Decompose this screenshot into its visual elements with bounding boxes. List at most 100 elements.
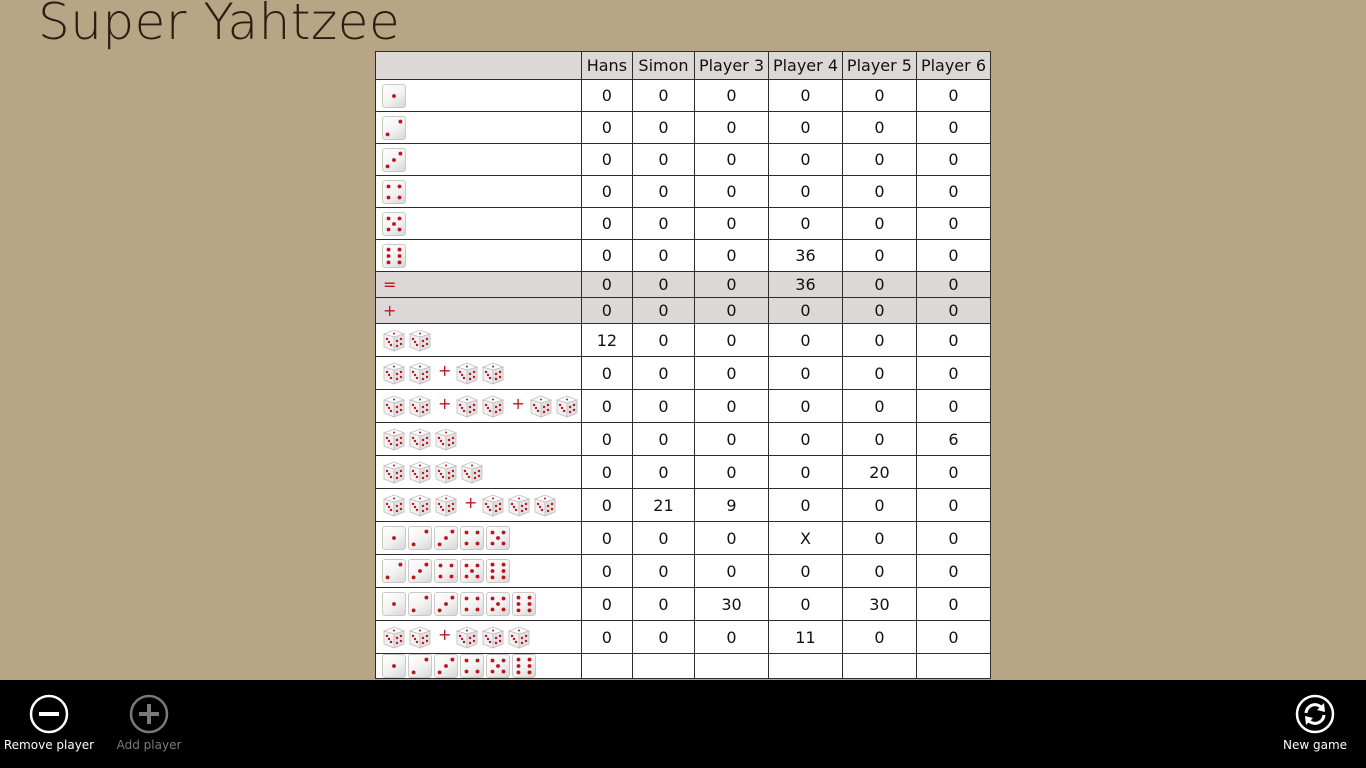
score-cell[interactable]: 0 <box>580 239 633 272</box>
score-cell[interactable]: 0 <box>841 111 917 144</box>
score-cell[interactable]: 0 <box>694 455 769 489</box>
score-cell[interactable] <box>915 653 991 679</box>
score-cell[interactable]: 0 <box>580 521 633 555</box>
score-cell[interactable]: 0 <box>580 554 633 588</box>
score-cell[interactable]: 0 <box>767 488 843 522</box>
score-cell[interactable]: 0 <box>631 79 696 112</box>
score-cell[interactable]: 0 <box>841 175 917 208</box>
score-cell[interactable]: 0 <box>631 143 696 176</box>
score-cell[interactable]: 0 <box>694 389 769 423</box>
score-cell[interactable]: 0 <box>694 111 769 144</box>
score-cell[interactable]: 20 <box>841 455 917 489</box>
player-header[interactable]: Hans <box>580 51 633 80</box>
score-cell[interactable]: 0 <box>915 207 991 240</box>
player-header[interactable]: Player 4 <box>767 51 843 80</box>
score-cell[interactable]: 0 <box>915 488 991 522</box>
score-cell[interactable]: 0 <box>915 175 991 208</box>
score-cell[interactable]: 0 <box>841 389 917 423</box>
score-cell[interactable]: 0 <box>841 143 917 176</box>
score-cell[interactable]: 0 <box>631 207 696 240</box>
score-cell[interactable]: 0 <box>694 207 769 240</box>
score-cell[interactable]: 0 <box>841 323 917 357</box>
score-cell[interactable]: 0 <box>631 521 696 555</box>
score-cell[interactable] <box>841 653 917 679</box>
score-cell[interactable]: 0 <box>915 111 991 144</box>
score-cell[interactable] <box>631 653 696 679</box>
score-cell[interactable]: 0 <box>767 356 843 390</box>
score-cell[interactable]: 0 <box>915 521 991 555</box>
score-cell[interactable]: 0 <box>631 554 696 588</box>
score-cell[interactable]: 0 <box>915 554 991 588</box>
score-cell[interactable]: 0 <box>694 554 769 588</box>
score-cell[interactable] <box>580 653 633 679</box>
score-cell[interactable]: 0 <box>767 175 843 208</box>
score-cell[interactable]: 0 <box>580 207 633 240</box>
score-cell[interactable]: 0 <box>841 521 917 555</box>
score-cell[interactable]: 0 <box>767 143 843 176</box>
score-cell[interactable]: 0 <box>915 455 991 489</box>
score-cell[interactable]: 0 <box>631 620 696 654</box>
score-cell[interactable]: 0 <box>580 488 633 522</box>
score-cell[interactable]: 0 <box>580 175 633 208</box>
score-cell[interactable] <box>694 653 769 679</box>
score-cell[interactable]: 0 <box>580 389 633 423</box>
score-cell[interactable]: 6 <box>915 422 991 456</box>
score-cell[interactable]: 0 <box>631 422 696 456</box>
score-cell[interactable]: 0 <box>841 554 917 588</box>
score-cell[interactable]: 0 <box>694 175 769 208</box>
score-cell[interactable]: 0 <box>694 323 769 357</box>
score-cell[interactable]: 0 <box>915 323 991 357</box>
remove-player-button[interactable]: Remove player <box>0 680 104 768</box>
player-header[interactable]: Simon <box>631 51 696 80</box>
score-cell[interactable]: 0 <box>631 389 696 423</box>
score-cell[interactable]: 0 <box>631 239 696 272</box>
score-cell[interactable]: 0 <box>915 620 991 654</box>
score-cell[interactable]: 0 <box>631 111 696 144</box>
score-cell[interactable]: 0 <box>841 79 917 112</box>
score-cell[interactable] <box>767 653 843 679</box>
score-cell[interactable]: 0 <box>767 79 843 112</box>
score-cell[interactable]: 0 <box>631 455 696 489</box>
score-cell[interactable]: 0 <box>767 323 843 357</box>
score-cell[interactable]: 0 <box>694 239 769 272</box>
score-cell[interactable]: 0 <box>631 587 696 621</box>
score-cell[interactable]: 0 <box>580 455 633 489</box>
score-cell[interactable]: 0 <box>767 389 843 423</box>
new-game-button[interactable]: New game <box>1260 680 1366 768</box>
score-cell[interactable]: 11 <box>767 620 843 654</box>
score-cell[interactable]: 0 <box>915 239 991 272</box>
score-cell[interactable]: 0 <box>580 620 633 654</box>
score-cell[interactable]: 21 <box>631 488 696 522</box>
score-cell[interactable]: 0 <box>631 323 696 357</box>
score-cell[interactable]: 0 <box>841 620 917 654</box>
player-header[interactable]: Player 6 <box>915 51 991 80</box>
score-cell[interactable]: 0 <box>694 521 769 555</box>
score-cell[interactable]: 30 <box>694 587 769 621</box>
score-cell[interactable]: 0 <box>915 143 991 176</box>
score-cell[interactable]: 0 <box>580 356 633 390</box>
score-cell[interactable]: 0 <box>841 207 917 240</box>
score-cell[interactable]: 0 <box>915 79 991 112</box>
score-cell[interactable]: 0 <box>694 620 769 654</box>
score-cell[interactable]: 0 <box>694 422 769 456</box>
score-cell[interactable]: 0 <box>915 389 991 423</box>
score-cell[interactable]: 0 <box>580 422 633 456</box>
score-cell[interactable]: X <box>767 521 843 555</box>
score-cell[interactable]: 0 <box>915 356 991 390</box>
add-player-button[interactable]: Add player <box>94 680 204 768</box>
score-cell[interactable]: 0 <box>767 455 843 489</box>
player-header[interactable]: Player 3 <box>694 51 769 80</box>
score-cell[interactable]: 0 <box>694 79 769 112</box>
score-cell[interactable]: 0 <box>580 143 633 176</box>
score-cell[interactable]: 30 <box>841 587 917 621</box>
score-cell[interactable]: 0 <box>841 239 917 272</box>
player-header[interactable]: Player 5 <box>841 51 917 80</box>
score-cell[interactable]: 0 <box>767 111 843 144</box>
score-cell[interactable]: 0 <box>580 111 633 144</box>
score-cell[interactable]: 0 <box>767 422 843 456</box>
score-cell[interactable]: 0 <box>631 356 696 390</box>
score-cell[interactable]: 0 <box>580 587 633 621</box>
score-cell[interactable]: 0 <box>767 587 843 621</box>
scorecard-scroll-area[interactable]: Hans Simon Player 3 Player 4 Player 5 Pl… <box>375 51 991 680</box>
score-cell[interactable]: 12 <box>580 323 633 357</box>
